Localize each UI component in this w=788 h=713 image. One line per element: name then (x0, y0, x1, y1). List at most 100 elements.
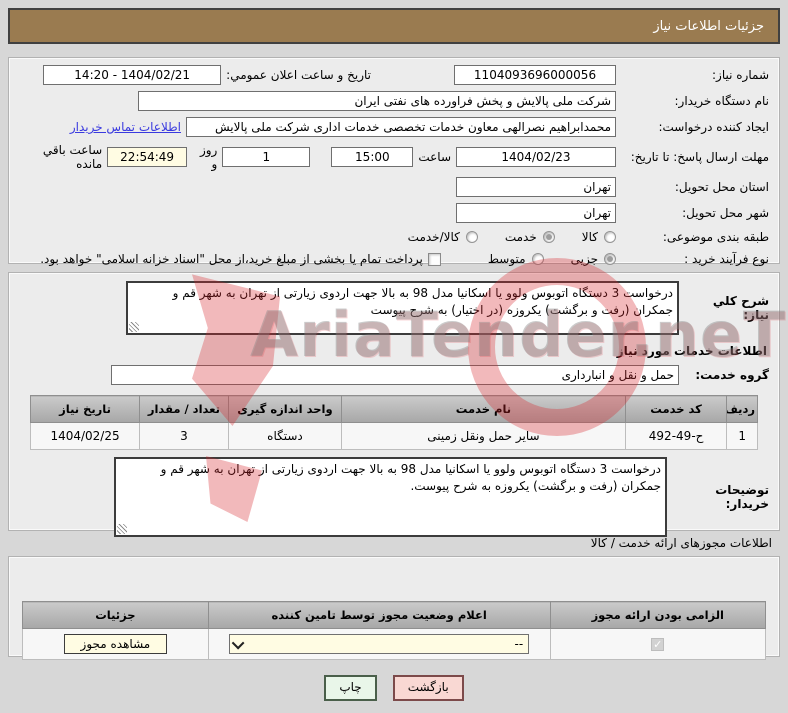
days-label: روز و (199, 143, 218, 171)
radio-group-minor: جزیی (571, 252, 616, 266)
need-info-panel: شماره نیاز: 1104093696000056 تاریخ و ساع… (8, 57, 780, 266)
treasury-checkbox[interactable] (427, 252, 441, 266)
service-group-label: گروه خدمت: (695, 368, 769, 382)
buyer-org-label: نام دستگاه خریدار: (674, 93, 770, 108)
radio-group-medium: متوسط (488, 252, 544, 266)
deadline-row: مهلت ارسال پاسخ: تا تاریخ: 1404/02/23 سا… (19, 140, 769, 174)
permits-section-title: اطلاعات مجوزهای ارائه خدمت / کالا (590, 536, 772, 550)
radio-goods-service[interactable] (465, 231, 478, 243)
announce-label: تاریخ و ساعت اعلان عمومي: (226, 68, 371, 82)
page-title: جزئیات اطلاعات نیاز (653, 18, 764, 34)
cell-service-code: ح-49-492 (624, 422, 728, 450)
radio-goods[interactable] (604, 231, 616, 243)
radio-group-goods-service: کالا/خدمت (408, 230, 478, 244)
col-permit-mandatory: الزامی بودن ارائه مجوز (549, 601, 767, 629)
page-header: جزئیات اطلاعات نیاز (8, 8, 780, 44)
view-permit-button[interactable]: مشاهده مجوز (63, 634, 168, 654)
services-panel: شرح کلي نیاز: درخواست 3 دستگاه اتوبوس ول… (8, 272, 780, 537)
deadline-label: مهلت ارسال پاسخ: تا تاریخ: (630, 149, 769, 164)
col-service-name: نام خدمت (341, 395, 626, 423)
city-label: شهر محل تحویل: (682, 205, 769, 220)
province-row: استان محل تحویل: تهران (19, 174, 769, 200)
permits-table-header-row: الزامی بودن ارائه مجوز اعلام وضعیت مجوز … (22, 601, 767, 629)
need-description-row: شرح کلي نیاز: درخواست 3 دستگاه اتوبوس ول… (19, 281, 769, 335)
cell-row-number: 1 (726, 422, 758, 450)
buyer-notes-label: توضیحات خریدار: (715, 483, 769, 511)
back-button[interactable]: بازگشت (392, 675, 464, 701)
cell-unit: دستگاه (227, 422, 343, 450)
radio-minor-label: جزیی (570, 252, 598, 266)
need-description-text: درخواست 3 دستگاه اتوبوس ولوو یا اسکانیا … (172, 286, 673, 318)
permits-table: الزامی بودن ارائه مجوز اعلام وضعیت مجوز … (22, 601, 767, 660)
process-type-row: نوع فرآیند خرید : جزیی متوسط پرداخت تمام… (19, 248, 769, 270)
deadline-time-field[interactable]: 15:00 (331, 147, 414, 167)
print-button[interactable]: چاپ (324, 675, 377, 701)
col-row-number: ردیف (726, 395, 758, 423)
col-permit-status: اعلام وضعیت مجوز توسط تامین کننده (207, 601, 551, 629)
city-field[interactable]: تهران (456, 203, 616, 223)
radio-goods-service-label: کالا/خدمت (407, 230, 460, 244)
radio-group-goods: کالا (582, 230, 616, 244)
col-need-date: تاریخ نیاز (29, 395, 141, 423)
table-row: -- مشاهده مجوز (22, 628, 767, 660)
radio-minor[interactable] (604, 253, 616, 265)
radio-medium[interactable] (531, 253, 544, 265)
mandatory-permit-checkbox (651, 638, 665, 651)
radio-medium-label: متوسط (487, 252, 526, 266)
province-field[interactable]: تهران (456, 177, 616, 197)
province-label: استان محل تحویل: (674, 179, 769, 194)
col-unit: واحد اندازه گیری (227, 395, 343, 423)
classification-label: طبقه بندی موضوعی: (662, 229, 769, 244)
cell-permit-mandatory (549, 628, 767, 660)
buyer-notes-textarea[interactable]: درخواست 3 دستگاه اتوبوس ولوو یا اسکانیا … (114, 457, 667, 537)
buyer-org-row: نام دستگاه خریدار: شرکت ملی پالایش و پخش… (19, 88, 769, 114)
creator-label: ایجاد کننده درخواست: (658, 119, 769, 134)
col-permit-details: جزئیات (22, 601, 209, 629)
permits-panel: الزامی بودن ارائه مجوز اعلام وضعیت مجوز … (8, 556, 780, 660)
cell-need-date: 1404/02/25 (29, 422, 141, 450)
need-number-label: شماره نیاز: (712, 67, 769, 82)
countdown-timer: 22:54:49 (107, 147, 188, 167)
services-section-title: اطلاعات خدمات مورد نیاز (616, 344, 767, 358)
radio-group-service: خدمت (505, 230, 555, 244)
remaining-label: ساعت باقي مانده (42, 143, 103, 171)
col-quantity: تعداد / مقدار (139, 395, 229, 423)
announce-field[interactable]: 1404/02/21 - 14:20 (43, 65, 222, 85)
need-description-textarea[interactable]: درخواست 3 دستگاه اتوبوس ولوو یا اسکانیا … (126, 281, 679, 335)
radio-goods-label: کالا (581, 230, 598, 244)
creator-row: ایجاد کننده درخواست: محمدابراهیم نصرالهی… (19, 114, 769, 140)
treasury-note: پرداخت تمام یا بخشی از مبلغ خرید،از محل … (40, 252, 423, 266)
need-description-label: شرح کلي نیاز: (712, 294, 769, 322)
col-service-code: کد خدمت (624, 395, 728, 423)
permit-status-value: -- (514, 637, 524, 651)
city-row: شهر محل تحویل: تهران (19, 200, 769, 226)
chevron-down-icon (231, 636, 245, 649)
cell-service-name: سایر حمل ونقل زمینی (341, 422, 626, 450)
cell-permit-details: مشاهده مجوز (22, 628, 209, 660)
cell-permit-status: -- (207, 628, 551, 660)
classification-row: طبقه بندی موضوعی: کالا خدمت کالا/خدمت (19, 226, 769, 248)
service-group-row: گروه خدمت: حمل و نقل و انبارداری (19, 365, 769, 385)
resize-handle-icon[interactable] (129, 322, 139, 332)
deadline-date-field[interactable]: 1404/02/23 (456, 147, 616, 167)
process-type-label: نوع فرآیند خرید : (684, 251, 769, 266)
days-remaining-field[interactable]: 1 (222, 147, 311, 167)
buyer-contact-link[interactable]: اطلاعات تماس خریدار (70, 120, 181, 134)
need-number-row: شماره نیاز: 1104093696000056 تاریخ و ساع… (19, 62, 769, 88)
services-table: ردیف کد خدمت نام خدمت واحد اندازه گیری ت… (29, 395, 758, 450)
resize-handle-icon[interactable] (117, 524, 127, 534)
permit-status-select[interactable]: -- (229, 634, 530, 654)
radio-service-label: خدمت (504, 230, 537, 244)
services-table-header-row: ردیف کد خدمت نام خدمت واحد اندازه گیری ت… (29, 395, 758, 423)
radio-service[interactable] (542, 231, 555, 243)
table-row: 1 ح-49-492 سایر حمل ونقل زمینی دستگاه 3 … (29, 422, 758, 450)
need-number-field[interactable]: 1104093696000056 (454, 65, 616, 85)
buyer-notes-text: درخواست 3 دستگاه اتوبوس ولوو یا اسکانیا … (160, 462, 661, 494)
buyer-notes-row: توضیحات خریدار: درخواست 3 دستگاه اتوبوس … (19, 457, 769, 537)
creator-field[interactable]: محمدابراهیم نصرالهی معاون خدمات تخصصی خد… (186, 117, 616, 137)
buyer-org-field[interactable]: شرکت ملی پالایش و پخش فراورده های نفتی ا… (138, 91, 616, 111)
hour-label: ساعت (418, 150, 451, 164)
footer-actions: بازگشت چاپ (0, 675, 788, 701)
service-group-field[interactable]: حمل و نقل و انبارداری (111, 365, 679, 385)
cell-quantity: 3 (139, 422, 229, 450)
